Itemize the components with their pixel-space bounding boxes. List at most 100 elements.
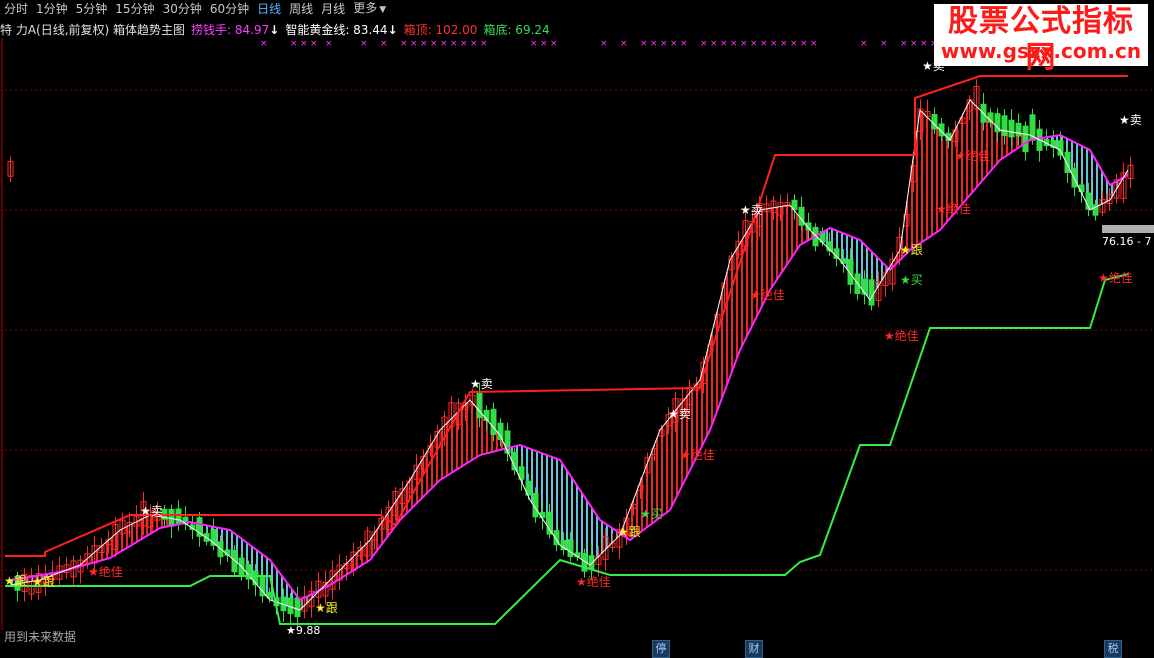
- signal-x-marker: ×: [770, 39, 778, 49]
- signal-x-marker: ×: [260, 39, 268, 49]
- signal-x-marker: ×: [410, 39, 418, 49]
- stock-chart-window: { "toolbar": { "tabs": [ {"label":"分时","…: [0, 0, 1154, 658]
- signal-x-marker: ×: [310, 39, 318, 49]
- candle-body: [504, 430, 511, 454]
- signal-x-marker: ×: [740, 39, 748, 49]
- candle-body: [567, 539, 574, 558]
- signal-x-marker: ×: [440, 39, 448, 49]
- signal-x-marker: ×: [880, 39, 888, 49]
- best-signal: ★绝佳: [576, 574, 611, 589]
- tax-badge[interactable]: 税: [1104, 640, 1122, 658]
- buy-signal: ★买: [640, 507, 663, 521]
- low-price-label: ★9.88: [286, 624, 320, 637]
- signal-x-marker: ×: [810, 39, 818, 49]
- follow-signal: ★跟: [315, 601, 338, 615]
- candle-body: [1015, 122, 1022, 137]
- best-signal: ★绝佳: [955, 148, 990, 163]
- watermark-url: www.gszx.com.cn: [940, 39, 1142, 63]
- signal-x-marker: ×: [790, 39, 798, 49]
- signal-x-marker: ×: [300, 39, 308, 49]
- signal-x-marker: ×: [620, 39, 628, 49]
- down-arrow-icon: ↓: [387, 22, 398, 37]
- candle-body: [1001, 115, 1008, 137]
- price-line: [9, 99, 1129, 611]
- candle-body: [1078, 184, 1085, 193]
- money-hand-value: 捞钱手: 84.97↓: [191, 22, 280, 37]
- current-price-bar: [1102, 225, 1154, 233]
- chevron-down-icon: ▼: [379, 5, 387, 15]
- best-signal: ★绝佳: [680, 447, 715, 462]
- candle-body: [1008, 119, 1015, 138]
- price-chart[interactable]: × × × × × × × × × × × × × × × × × × × × × × × × × × × × × × × × × × × × × × × ×…: [0, 0, 1154, 658]
- signal-x-marker: ×: [430, 39, 438, 49]
- signal-x-marker: ×: [470, 39, 478, 49]
- tab-more[interactable]: 更多 ▼: [349, 0, 390, 19]
- follow-signal: ★跟: [4, 574, 27, 588]
- signal-x-marker: ×: [720, 39, 728, 49]
- candle-body: [490, 408, 497, 435]
- golden-line-value: 智能黄金线: 83.44↓: [285, 22, 398, 37]
- tab-15min[interactable]: 15分钟: [111, 0, 158, 18]
- candle-body: [798, 206, 805, 226]
- signal-x-marker: ×: [700, 39, 708, 49]
- best-signal: ★绝佳: [1098, 270, 1133, 285]
- candle-body: [476, 392, 483, 419]
- signal-x-marker: ×: [660, 39, 668, 49]
- signal-x-marker: ×: [420, 39, 428, 49]
- tab-daily[interactable]: 日线: [253, 0, 285, 18]
- signal-x-marker: ×: [540, 39, 548, 49]
- suspension-badge[interactable]: 停: [652, 640, 670, 658]
- signal-x-marker: ×: [325, 39, 333, 49]
- signal-x-marker: ×: [910, 39, 918, 49]
- signal-x-marker: ×: [670, 39, 678, 49]
- sell-signal: ★卖: [140, 504, 163, 518]
- signal-x-marker: ×: [480, 39, 488, 49]
- candle-body: [1071, 167, 1078, 188]
- signal-x-marker: ×: [920, 39, 928, 49]
- follow-signal: ★跟: [32, 575, 55, 589]
- watermark-logo: 股票公式指标网 www.gszx.com.cn: [934, 4, 1148, 75]
- future-data-note: 用到未来数据: [4, 630, 77, 644]
- candle-body: [294, 597, 301, 618]
- follow-signal: ★跟: [618, 525, 641, 539]
- signal-x-marker: ×: [900, 39, 908, 49]
- indicator-legend: 特 力A(日线,前复权) 箱体趋势主图 捞钱手: 84.97↓ 智能黄金线: 8…: [0, 20, 700, 38]
- tab-5min[interactable]: 5分钟: [72, 0, 112, 18]
- best-signal: ★绝佳: [936, 201, 971, 216]
- price-range-label: 76.16 - 7: [1102, 235, 1152, 248]
- signal-x-marker: ×: [760, 39, 768, 49]
- financial-report-badge[interactable]: 财: [745, 640, 763, 658]
- best-signal: ★绝佳: [88, 564, 123, 579]
- tab-monthly[interactable]: 月线: [317, 0, 349, 18]
- candle-body: [1022, 125, 1029, 153]
- signal-x-marker: ×: [860, 39, 868, 49]
- stock-title[interactable]: 特 力A(日线,前复权) 箱体趋势主图: [0, 21, 185, 38]
- sell-signal: ★卖: [1119, 113, 1142, 127]
- tab-60min[interactable]: 60分钟: [206, 0, 253, 18]
- sell-signal: ★卖: [668, 407, 691, 421]
- best-signal: ★绝佳: [884, 328, 919, 343]
- signal-x-marker: ×: [680, 39, 688, 49]
- signal-x-marker: ×: [600, 39, 608, 49]
- period-toolbar: 分时 1分钟 5分钟 15分钟 30分钟 60分钟 日线 周线 月线 更多 ▼: [0, 0, 420, 18]
- box-top-value: 箱顶: 102.00: [403, 22, 478, 37]
- box-bottom-line: [5, 273, 1129, 625]
- candle-body: [546, 511, 553, 535]
- tab-30min[interactable]: 30分钟: [159, 0, 206, 18]
- signal-x-marker: ×: [730, 39, 738, 49]
- signal-x-marker: ×: [650, 39, 658, 49]
- tab-weekly[interactable]: 周线: [285, 0, 317, 18]
- signal-x-marker: ×: [380, 39, 388, 49]
- signal-x-marker: ×: [530, 39, 538, 49]
- signal-x-marker: ×: [450, 39, 458, 49]
- candle-body: [175, 508, 182, 524]
- down-arrow-icon: ↓: [269, 22, 280, 37]
- signal-x-marker: ×: [750, 39, 758, 49]
- buy-signal: ★买: [900, 273, 923, 287]
- candle-body: [231, 549, 238, 573]
- follow-signal: ★跟: [900, 243, 923, 257]
- tab-1min[interactable]: 1分钟: [32, 0, 72, 18]
- tab-intraday[interactable]: 分时: [0, 0, 32, 18]
- signal-x-marker: ×: [400, 39, 408, 49]
- signal-x-marker: ×: [780, 39, 788, 49]
